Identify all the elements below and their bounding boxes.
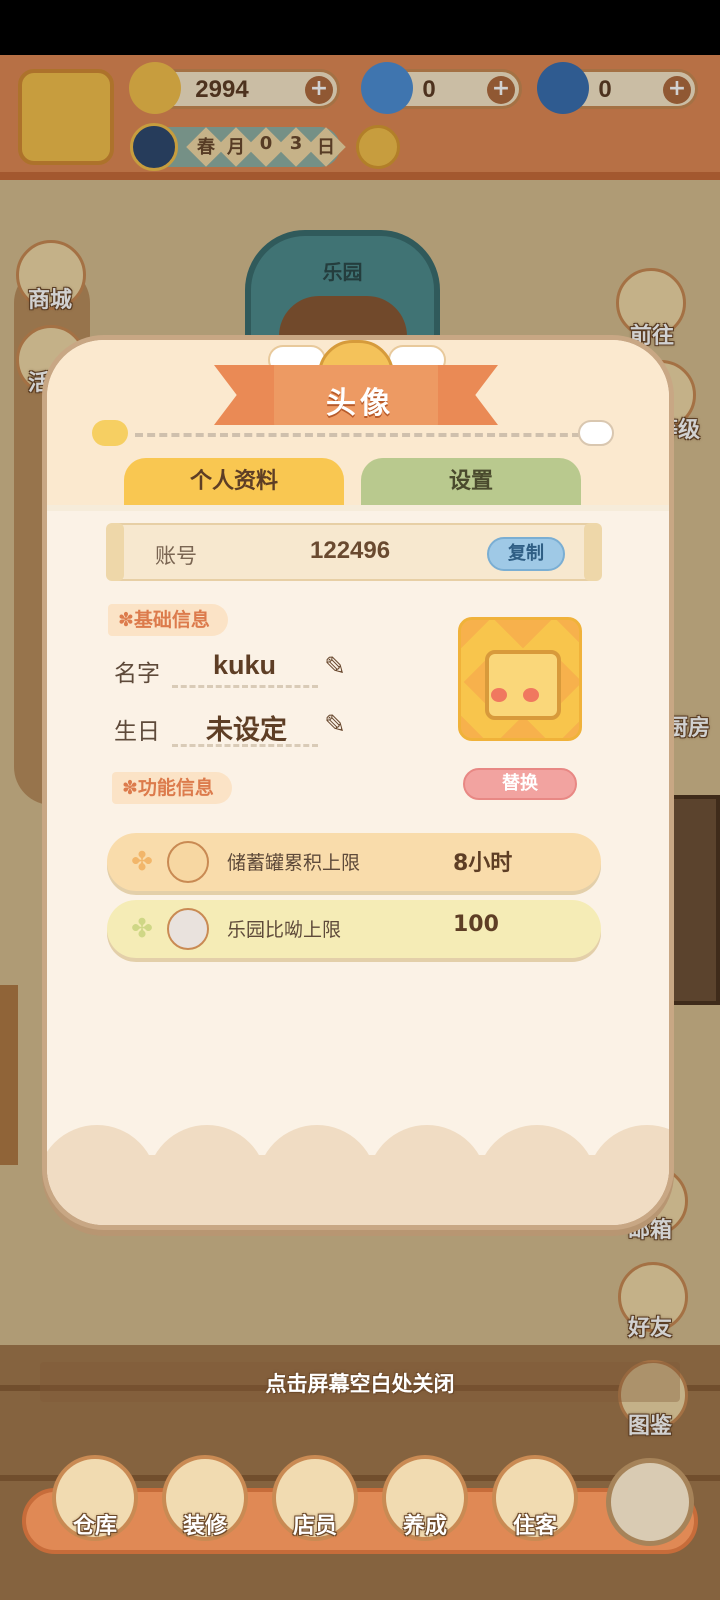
avatar-cheek [523,688,539,702]
account-label: 账号 [155,544,197,568]
row-cap [584,523,602,581]
nav-warehouse-label: 仓库 [72,1514,117,1539]
edit-birthday-pencil-icon[interactable]: ✎ [320,710,350,740]
wave-bump [47,1125,157,1185]
nav-staff-label: 店员 [292,1514,337,1539]
nav-raise-label: 养成 [402,1514,447,1539]
close-hint: 点击屏幕空白处关闭 [265,1372,455,1396]
tab-profile[interactable]: 个人资料 [124,458,344,510]
benefit-name: 乐园比呦上限 [227,919,342,941]
benefit-row: ✤ 储蓄罐累积上限 8小时 [107,833,601,891]
tab-strip [47,505,669,511]
nav-guests-label: 住客 [512,1514,557,1539]
avatar-cheek [491,688,507,702]
name-value: kuku [213,650,277,680]
avatar-preview[interactable] [458,617,582,741]
dialog-title: 头像 [326,386,394,421]
section-basic-label: 基础信息 [133,609,210,631]
birthday-value: 未设定 [206,715,287,746]
wave-bump [477,1125,597,1185]
flower-icon: ✽ [122,777,138,799]
edit-name-pencil-icon[interactable]: ✎ [320,652,350,682]
account-id: 122496 [310,537,391,564]
flower-icon: ✽ [118,609,134,631]
birthday-underline [172,744,318,747]
pattern-diamond [556,620,579,649]
pattern-diamond [556,715,579,738]
tab-settings[interactable]: 设置 [361,458,581,510]
pattern-diamond [461,715,490,738]
name-label: 名字 [114,661,160,687]
chick-icon [92,420,128,446]
section-function-label: 功能信息 [137,777,214,799]
nav-decorate-label: 装修 [182,1514,227,1539]
section-basic-info: ✽基础信息 [108,604,228,636]
mouse-mushroom-icon [167,908,209,950]
piggy-bank-cat-icon [167,841,209,883]
pattern-diamond [461,620,490,649]
birthday-label: 生日 [114,719,160,745]
benefit-name: 储蓄罐累积上限 [227,852,361,874]
benefit-value: 100 [453,912,499,937]
wave-bump [147,1125,267,1185]
yarn-ball-button[interactable] [606,1458,694,1546]
copy-button[interactable]: 复制 [487,537,565,571]
clover-icon: ✤ [131,847,153,877]
white-chick-icon [578,420,614,446]
benefit-value: 8小时 [453,851,513,876]
row-cap [106,523,124,581]
wave-bump [257,1125,377,1185]
swap-avatar-button[interactable]: 替换 [463,768,577,800]
clover-icon: ✤ [131,914,153,944]
benefit-row: ✤ 乐园比呦上限 100 [107,900,601,958]
name-underline [172,685,318,688]
pattern-diamond [494,620,552,649]
wave-bump [367,1125,487,1185]
box-cat-avatar-icon [485,650,561,720]
divider [135,433,580,437]
section-function-info: ✽功能信息 [112,772,232,804]
wave-bump [587,1125,669,1185]
